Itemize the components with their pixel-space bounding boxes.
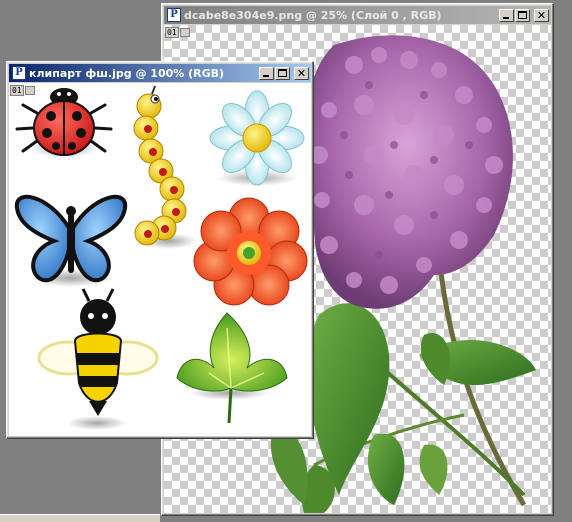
butterfly-icon[interactable] bbox=[14, 194, 128, 287]
layer-number: 01 bbox=[10, 85, 24, 96]
leaf-icon[interactable] bbox=[176, 312, 288, 424]
minimize-icon bbox=[263, 74, 269, 77]
minimize-button[interactable] bbox=[259, 66, 274, 80]
close-icon: ✕ bbox=[536, 8, 547, 22]
maximize-icon bbox=[518, 10, 527, 19]
caterpillar-icon[interactable] bbox=[133, 85, 197, 249]
maximize-button[interactable] bbox=[275, 66, 290, 80]
image-thumbnail-icon bbox=[179, 28, 190, 37]
lilac-window-title: dcabe8e304e9.png @ 25% (Слой 0 , RGB) bbox=[184, 8, 442, 22]
clipart-canvas[interactable]: 01 bbox=[9, 83, 311, 436]
clipart-window-titlebar[interactable]: P клипарт фш.jpg @ 100% (RGB) ✕ bbox=[9, 64, 311, 82]
minimize-button[interactable] bbox=[499, 8, 514, 22]
layer-badge: 01 bbox=[165, 27, 190, 38]
photoshop-doc-icon: P bbox=[12, 66, 26, 80]
clipart-document-window[interactable]: P клипарт фш.jpg @ 100% (RGB) ✕ 01 bbox=[6, 61, 314, 439]
minimize-icon bbox=[503, 16, 509, 19]
layer-badge: 01 bbox=[10, 85, 35, 96]
close-icon: ✕ bbox=[296, 66, 307, 80]
ladybug-icon[interactable] bbox=[15, 88, 113, 158]
bee-icon[interactable] bbox=[37, 288, 159, 430]
red-flower-icon[interactable] bbox=[193, 197, 308, 306]
lilac-window-titlebar[interactable]: P dcabe8e304e9.png @ 25% (Слой 0 , RGB) … bbox=[164, 6, 551, 24]
clipart-window-title: клипарт фш.jpg @ 100% (RGB) bbox=[29, 66, 225, 80]
close-button[interactable]: ✕ bbox=[534, 8, 549, 22]
close-button[interactable]: ✕ bbox=[294, 66, 309, 80]
layer-number: 01 bbox=[165, 27, 179, 38]
maximize-icon bbox=[278, 68, 287, 77]
daisy-icon[interactable] bbox=[209, 90, 305, 186]
image-thumbnail-icon bbox=[24, 86, 35, 95]
maximize-button[interactable] bbox=[515, 8, 530, 22]
photoshop-doc-icon: P bbox=[167, 8, 181, 22]
status-strip bbox=[0, 514, 160, 522]
photoshop-workspace: P dcabe8e304e9.png @ 25% (Слой 0 , RGB) … bbox=[0, 0, 572, 522]
